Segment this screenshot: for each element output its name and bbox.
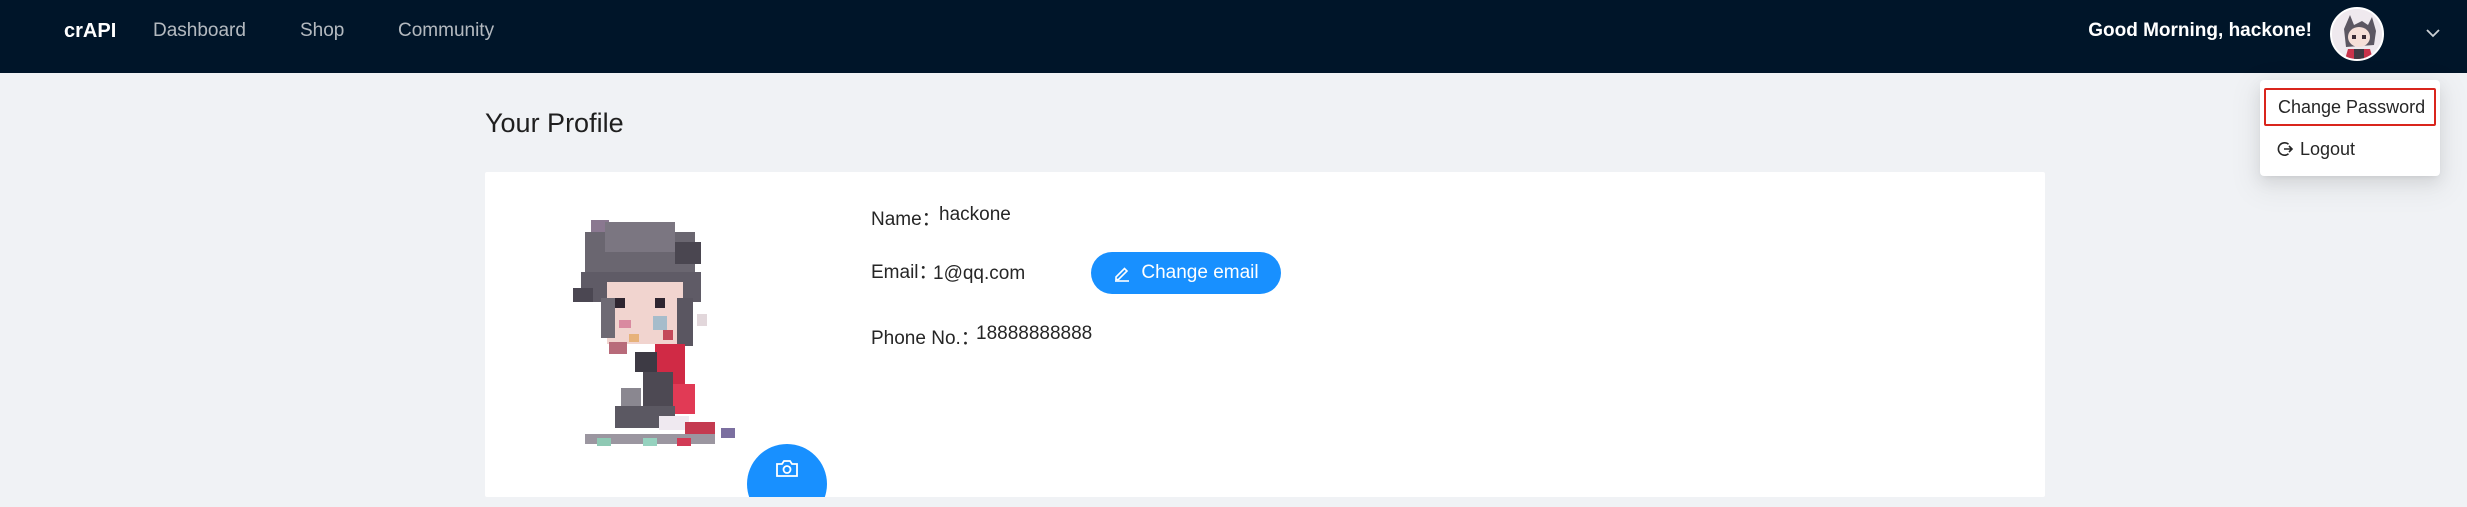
camera-icon	[776, 460, 798, 477]
profile-card-body	[485, 172, 2045, 497]
profile-picture-image	[573, 220, 735, 446]
logout-menu-item[interactable]: Logout	[2264, 130, 2436, 168]
greeting-text: Good Morning, hackone!	[2088, 20, 2312, 41]
logout-icon	[2277, 142, 2294, 156]
change-email-button[interactable]: Change email	[1091, 252, 1281, 294]
name-label: Name：	[871, 209, 941, 230]
logout-label: Logout	[2300, 138, 2356, 159]
profile-picture	[545, 202, 765, 452]
edit-icon	[1115, 267, 1130, 282]
nav-community[interactable]: Community	[398, 20, 494, 42]
name-value: hackone	[939, 204, 1011, 225]
change-password-menu-item[interactable]: Change Password	[2264, 88, 2436, 126]
user-dropdown-menu: Change Password Logout	[2260, 80, 2440, 176]
email-value: 1@qq.com	[933, 263, 1026, 284]
chevron-down-icon[interactable]	[2424, 24, 2442, 42]
nav-dashboard[interactable]: Dashboard	[153, 20, 246, 42]
nav-shop[interactable]: Shop	[300, 20, 344, 42]
phone-label: Phone No.：	[871, 328, 980, 349]
top-nav-bar: crAPI Dashboard Shop Community Good Morn…	[0, 0, 2467, 73]
change-email-label: Change email	[1141, 262, 1259, 283]
change-password-label: Change Password	[2278, 96, 2426, 117]
user-avatar[interactable]	[2330, 7, 2384, 61]
page-title: Your Profile	[485, 108, 624, 138]
email-label: Email：	[871, 262, 938, 283]
phone-value: 18888888888	[976, 323, 1093, 344]
brand-logo[interactable]: crAPI	[64, 20, 116, 43]
avatar-image	[2332, 9, 2382, 59]
profile-card: Name： hackone Email： 1@qq.com Change ema…	[485, 172, 2045, 497]
